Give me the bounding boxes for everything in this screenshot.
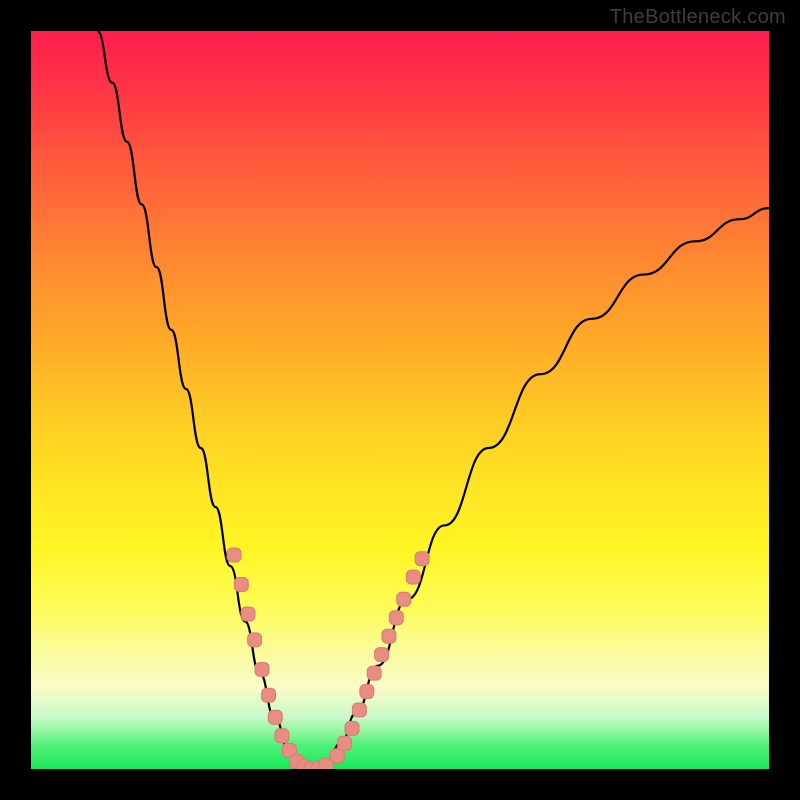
- data-marker: [262, 688, 276, 702]
- data-marker: [227, 548, 241, 562]
- plot-area: [31, 31, 769, 769]
- curve-layer: [31, 31, 769, 769]
- data-marker: [234, 578, 248, 592]
- watermark-text: TheBottleneck.com: [610, 6, 786, 29]
- left-curve-path: [97, 31, 311, 769]
- data-marker: [275, 729, 289, 743]
- data-marker: [415, 552, 429, 566]
- data-marker: [397, 592, 411, 606]
- data-marker: [352, 703, 366, 717]
- data-marker: [367, 666, 381, 680]
- data-marker: [330, 749, 344, 763]
- data-marker: [241, 607, 255, 621]
- data-marker: [248, 633, 262, 647]
- chart-frame: TheBottleneck.com: [0, 0, 800, 800]
- data-marker: [268, 710, 282, 724]
- data-marker: [382, 629, 396, 643]
- data-marker: [406, 570, 420, 584]
- data-marker: [360, 685, 374, 699]
- data-marker: [389, 611, 403, 625]
- data-marker: [345, 721, 359, 735]
- data-marker: [375, 648, 389, 662]
- data-marker: [338, 736, 352, 750]
- data-marker: [255, 662, 269, 676]
- marker-group: [227, 548, 429, 769]
- right-curve-path: [311, 208, 769, 769]
